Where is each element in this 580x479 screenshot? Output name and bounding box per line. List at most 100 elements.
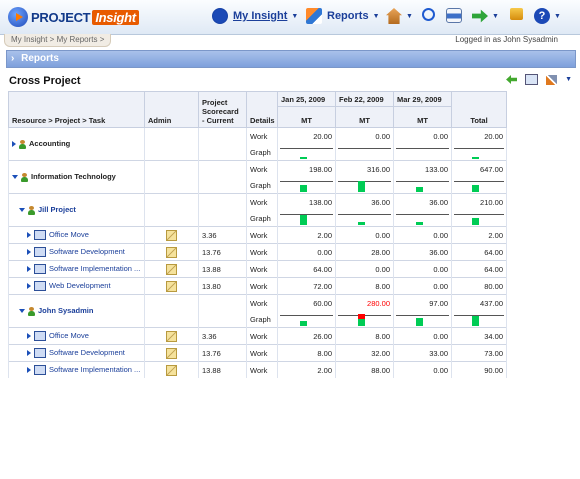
expand-icon[interactable] <box>27 266 31 272</box>
task-software-implementation-2[interactable]: Software Implementation ... <box>8 361 145 378</box>
row-accounting[interactable]: Accounting <box>8 127 145 161</box>
chevron-down-icon[interactable]: ▼ <box>373 13 380 20</box>
row-jill-project[interactable]: Jill Project <box>8 193 145 227</box>
edit-icon[interactable] <box>166 364 177 376</box>
print-icon[interactable] <box>446 8 462 23</box>
col-resource[interactable]: Resource > Project > Task <box>8 91 145 128</box>
work-value: 210.00 <box>451 193 507 210</box>
chevron-down-icon[interactable]: ▼ <box>291 13 298 20</box>
graph-cell <box>451 311 507 328</box>
work-value: 0.00 <box>393 361 452 378</box>
edit-icon[interactable] <box>166 347 177 359</box>
reports-chart-icon <box>306 8 322 24</box>
chevron-down-icon[interactable]: ▼ <box>565 76 572 83</box>
work-bar <box>472 316 479 326</box>
go-menu[interactable]: ▼ <box>472 8 499 24</box>
home-icon[interactable] <box>386 8 402 24</box>
task-office-move-2[interactable]: Office Move <box>8 327 145 345</box>
work-value: 20.00 <box>277 127 336 144</box>
scorecard-value: 13.88 <box>198 260 247 278</box>
baseline <box>396 214 449 215</box>
reports-section-header[interactable]: › Reports <box>6 50 576 68</box>
work-label: Work <box>246 327 278 345</box>
table-row: Software Implementation ... 13.88 Work 2… <box>8 361 507 378</box>
expand-icon[interactable] <box>27 367 31 373</box>
graph-cell <box>335 144 394 161</box>
breadcrumb[interactable]: My Insight > My Reports > <box>4 34 112 47</box>
chevron-down-icon[interactable]: ▼ <box>492 13 499 20</box>
expand-icon[interactable] <box>12 141 16 148</box>
edit-icon[interactable] <box>166 330 177 342</box>
expand-icon[interactable] <box>27 350 31 356</box>
help-icon[interactable]: ? <box>534 8 550 24</box>
table-row: Software Development 13.76 Work 8.00 32.… <box>8 344 507 362</box>
collapse-icon[interactable] <box>12 175 18 180</box>
baseline <box>454 315 504 316</box>
edit-icon[interactable] <box>166 246 177 258</box>
col-date-3[interactable]: Mar 29, 2009 <box>393 91 452 107</box>
collapse-icon[interactable] <box>19 208 25 213</box>
row-information-technology[interactable]: Information Technology <box>8 160 145 194</box>
work-bar <box>300 321 307 326</box>
search-icon[interactable] <box>422 8 435 21</box>
work-value: 64.00 <box>277 260 336 278</box>
project-icon <box>34 348 46 358</box>
export-icon[interactable] <box>525 74 539 85</box>
work-value: 32.00 <box>335 344 394 362</box>
chevron-down-icon[interactable]: ▼ <box>406 13 413 20</box>
row-john-sysadmin[interactable]: John Sysadmin <box>8 294 145 328</box>
expand-icon[interactable] <box>27 232 31 238</box>
resource-icon <box>21 172 28 182</box>
search-button[interactable] <box>422 8 435 21</box>
work-label: Work <box>246 193 278 210</box>
edit-icon[interactable] <box>166 229 177 241</box>
reports-label[interactable]: Reports <box>327 10 369 22</box>
print-button[interactable] <box>446 8 462 23</box>
logo-text-b: Insight <box>92 9 139 25</box>
graph-cell <box>451 144 507 161</box>
expand-icon[interactable] <box>27 249 31 255</box>
col-total[interactable]: Total <box>451 91 507 128</box>
my-insight-label[interactable]: My Insight <box>233 10 287 22</box>
expand-icon[interactable] <box>27 283 31 289</box>
arrow-right-icon[interactable] <box>472 9 488 23</box>
work-value: 0.00 <box>335 226 394 244</box>
lock-button[interactable] <box>510 8 523 20</box>
edit-icon[interactable] <box>166 263 177 275</box>
back-arrow-icon[interactable] <box>506 75 518 84</box>
baseline <box>338 148 391 149</box>
col-date-1[interactable]: Jan 25, 2009 <box>277 91 336 107</box>
expand-icon[interactable] <box>27 333 31 339</box>
reports-menu[interactable]: Reports ▼ <box>306 8 380 24</box>
home-menu[interactable]: ▼ <box>386 8 413 24</box>
work-label: Work <box>246 294 278 311</box>
work-value: 0.00 <box>393 327 452 345</box>
task-office-move[interactable]: Office Move <box>8 226 145 244</box>
work-label: Work <box>246 361 278 378</box>
col-details[interactable]: Details <box>246 91 278 128</box>
my-insight-menu[interactable]: My Insight ▼ <box>212 8 298 24</box>
task-software-implementation[interactable]: Software Implementation ... <box>8 260 145 278</box>
task-software-development[interactable]: Software Development <box>8 243 145 261</box>
lock-icon[interactable] <box>510 8 523 20</box>
baseline <box>454 148 504 149</box>
work-value: 64.00 <box>451 243 507 261</box>
col-admin[interactable]: Admin <box>144 91 199 128</box>
col-date-2[interactable]: Feb 22, 2009 <box>335 91 394 107</box>
cross-project-grid: Resource > Project > Task Admin Project … <box>8 91 507 378</box>
work-value: 316.00 <box>335 160 394 177</box>
graph-cell <box>277 311 336 328</box>
graph-cell <box>451 177 507 194</box>
work-value: 647.00 <box>451 160 507 177</box>
help-menu[interactable]: ? ▼ <box>534 8 561 24</box>
graph-cell <box>393 311 452 328</box>
task-software-development-2[interactable]: Software Development <box>8 344 145 362</box>
collapse-icon[interactable] <box>19 309 25 314</box>
tools-icon[interactable] <box>546 74 558 85</box>
task-web-development[interactable]: Web Development <box>8 277 145 295</box>
chevron-down-icon[interactable]: ▼ <box>554 13 561 20</box>
edit-icon[interactable] <box>166 280 177 292</box>
table-row: Software Development 13.76 Work 0.00 28.… <box>8 243 507 261</box>
col-scorecard[interactable]: Project Scorecard - Current <box>198 91 247 128</box>
table-row: Software Implementation ... 13.88 Work 6… <box>8 260 507 278</box>
